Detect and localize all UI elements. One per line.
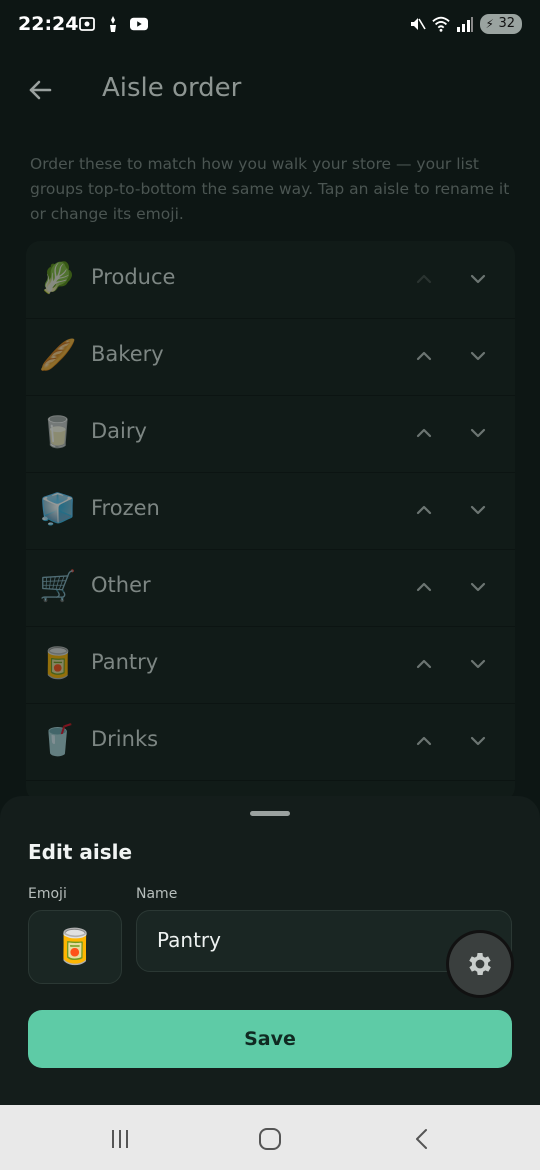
move-down-button[interactable] — [464, 419, 492, 447]
move-up-button[interactable] — [410, 419, 438, 447]
wifi-icon — [432, 15, 451, 33]
chevron-up-icon — [416, 351, 432, 361]
liverpool-icon — [104, 15, 122, 33]
move-down-button[interactable] — [464, 573, 492, 601]
aisle-row-produce[interactable]: 🥬 Produce — [26, 241, 515, 319]
home-icon — [259, 1128, 281, 1150]
chevron-up-icon — [416, 274, 432, 284]
move-up-button — [410, 265, 438, 293]
move-down-button[interactable] — [464, 727, 492, 755]
settings-fab[interactable] — [449, 933, 511, 995]
aisle-name: Bakery — [91, 342, 164, 366]
aisle-row-frozen[interactable]: 🧊 Frozen — [26, 472, 515, 550]
aisle-emoji: 🛒 — [39, 569, 77, 604]
aisle-name: Dairy — [91, 419, 147, 443]
app-header: Aisle order — [0, 60, 540, 120]
move-down-button[interactable] — [464, 265, 492, 293]
aisle-name: Other — [91, 573, 151, 597]
signal-icon — [456, 15, 474, 33]
page-title: Aisle order — [102, 73, 242, 103]
intro-text: Order these to match how you walk your s… — [30, 155, 510, 223]
chevron-down-icon — [470, 659, 486, 669]
aisle-emoji: 🥬 — [39, 261, 77, 296]
recent-apps-icon — [112, 1130, 128, 1148]
chevron-down-icon — [470, 274, 486, 284]
chevron-down-icon — [470, 351, 486, 361]
name-value: Pantry — [157, 928, 221, 952]
chevron-down-icon — [470, 582, 486, 592]
aisle-emoji: 🥫 — [39, 646, 77, 681]
chevron-up-icon — [416, 582, 432, 592]
aisle-row-dairy[interactable]: 🥛 Dairy — [26, 395, 515, 473]
edit-aisle-sheet: Edit aisle Emoji Name 🥫 Pantry Save — [0, 796, 540, 1106]
youtube-icon — [130, 15, 148, 33]
status-time: 22:24 — [18, 13, 79, 35]
charging-icon: ⚡ — [485, 17, 494, 31]
move-down-button[interactable] — [464, 496, 492, 524]
aisle-emoji: 🥤 — [39, 723, 77, 758]
battery-level: 32 — [498, 16, 515, 31]
aisle-emoji: 🥛 — [39, 415, 77, 450]
move-up-button[interactable] — [410, 342, 438, 370]
move-up-button[interactable] — [410, 573, 438, 601]
move-down-button[interactable] — [464, 650, 492, 678]
battery-indicator: ⚡ 32 — [480, 14, 522, 34]
chevron-down-icon — [470, 505, 486, 515]
aisle-row-pantry[interactable]: 🥫 Pantry — [26, 626, 515, 704]
aisle-emoji: 🧊 — [39, 492, 77, 527]
aisle-row-drinks[interactable]: 🥤 Drinks — [26, 703, 515, 781]
move-up-button[interactable] — [410, 496, 438, 524]
aisle-emoji: 🥖 — [39, 338, 77, 373]
status-bar: 22:24 ⚡ 32 — [0, 0, 540, 52]
aisle-name: Drinks — [91, 727, 159, 751]
screenshot-icon — [78, 15, 96, 33]
gear-icon — [469, 953, 491, 975]
chevron-down-icon — [470, 736, 486, 746]
home-button[interactable] — [254, 1123, 286, 1155]
drag-handle[interactable] — [250, 811, 290, 816]
name-label: Name — [136, 886, 178, 902]
move-up-button[interactable] — [410, 650, 438, 678]
back-arrow-icon — [29, 80, 52, 100]
emoji-picker-field[interactable]: 🥫 — [28, 910, 122, 984]
save-button[interactable]: Save — [28, 1010, 512, 1068]
aisle-list: 🥬 Produce 🥖 Bakery 🥛 Dairy 🧊 Frozen 🛒 Ot… — [26, 241, 515, 801]
chevron-up-icon — [416, 736, 432, 746]
chevron-up-icon — [416, 505, 432, 515]
system-nav-bar — [0, 1105, 540, 1170]
emoji-value: 🥫 — [53, 927, 97, 967]
aisle-name: Produce — [91, 265, 176, 289]
chevron-down-icon — [470, 428, 486, 438]
move-up-button[interactable] — [410, 727, 438, 755]
aisle-row-bakery[interactable]: 🥖 Bakery — [26, 318, 515, 396]
aisle-name: Pantry — [91, 650, 159, 674]
aisle-row-other[interactable]: 🛒 Other — [26, 549, 515, 627]
emoji-label: Emoji — [28, 886, 67, 902]
nav-back-icon — [416, 1129, 427, 1149]
chevron-up-icon — [416, 659, 432, 669]
aisle-name: Frozen — [91, 496, 160, 520]
chevron-up-icon — [416, 428, 432, 438]
sheet-title: Edit aisle — [28, 840, 133, 864]
move-down-button[interactable] — [464, 342, 492, 370]
recent-apps-button[interactable] — [104, 1123, 136, 1155]
back-button[interactable] — [22, 72, 58, 108]
mute-icon — [408, 15, 427, 33]
nav-back-button[interactable] — [406, 1123, 438, 1155]
